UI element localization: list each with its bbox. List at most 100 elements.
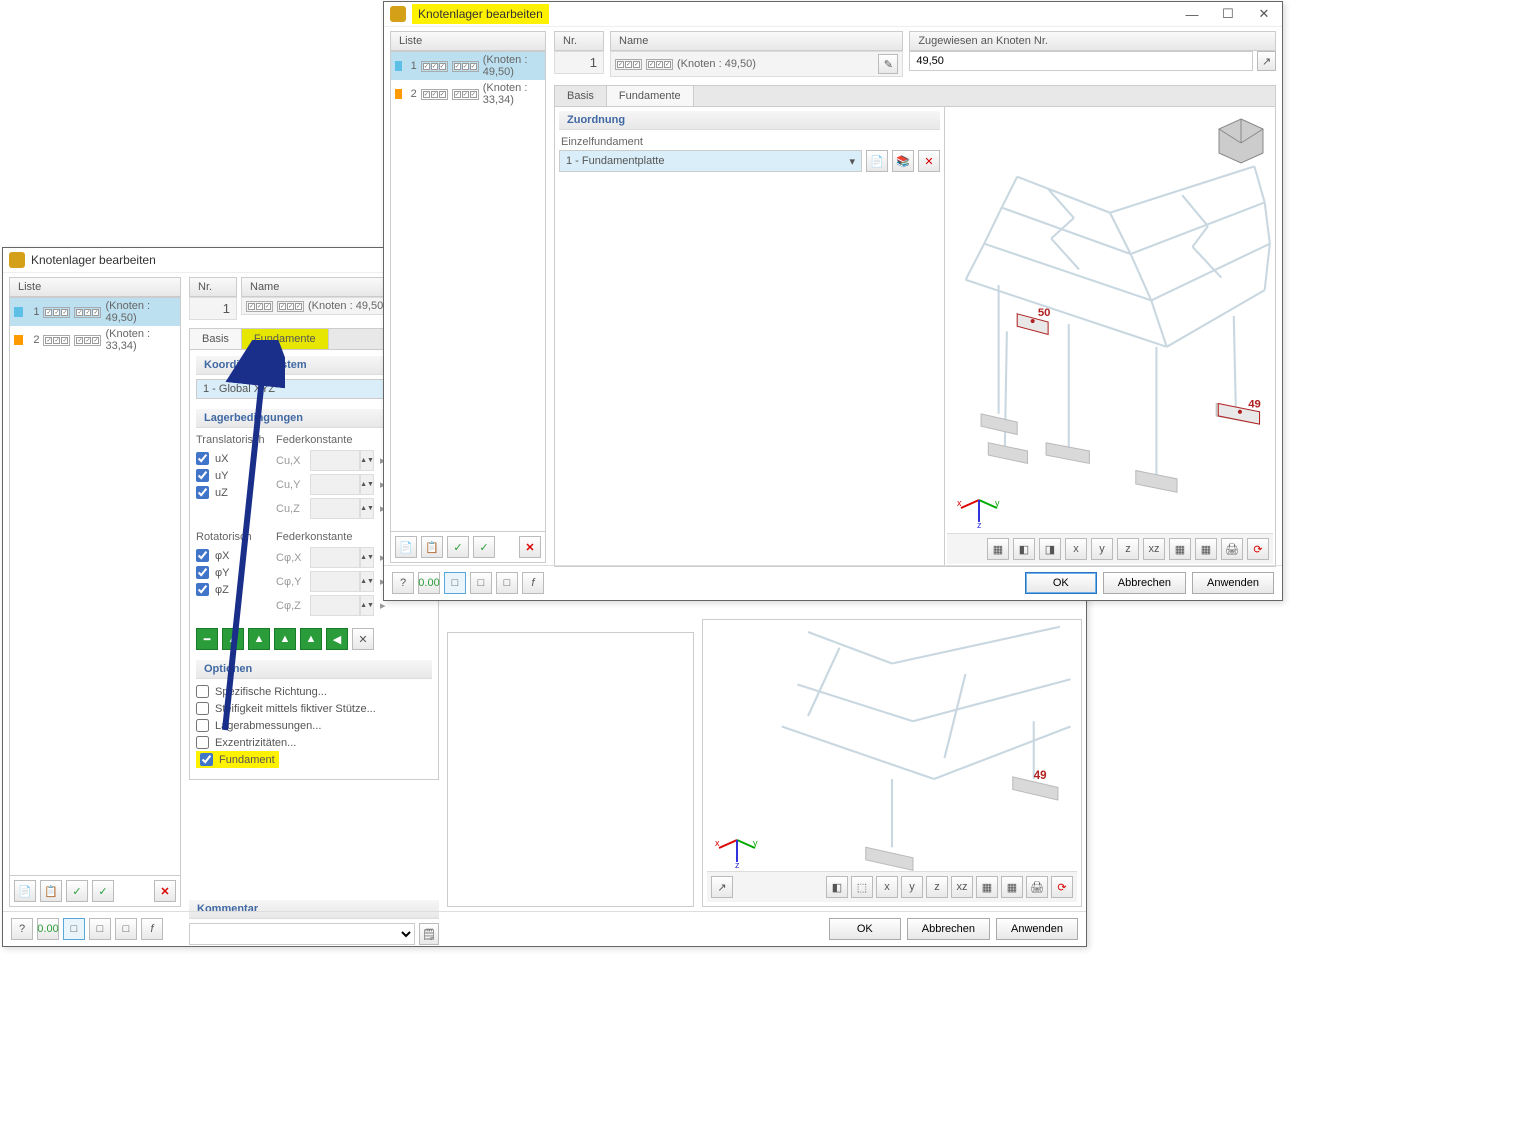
reset-icon[interactable]: ⟳	[1051, 876, 1073, 898]
new-icon[interactable]: 📄	[14, 880, 36, 902]
axis-xz-icon[interactable]: xz	[1143, 538, 1165, 560]
fx-icon[interactable]: f	[522, 572, 544, 594]
delete-icon[interactable]: ✕	[519, 536, 541, 558]
minimize-button[interactable]: —	[1174, 2, 1210, 27]
tab-fundamente[interactable]: Fundamente	[242, 329, 329, 349]
copy-icon[interactable]: 📋	[421, 536, 443, 558]
svg-text:y: y	[753, 838, 758, 848]
print-icon[interactable]: 🖨	[1221, 538, 1243, 560]
list-item[interactable]: 2 (Knoten : 33,34)	[10, 326, 180, 354]
units-icon[interactable]: 0.00	[418, 572, 440, 594]
ok-button[interactable]: OK	[829, 918, 901, 940]
check-ux[interactable]: uX	[196, 450, 266, 467]
check-dims[interactable]: Lagerabmessungen...	[196, 717, 432, 734]
help-icon[interactable]: ?	[11, 918, 33, 940]
axis-z-icon[interactable]: z	[926, 876, 948, 898]
liste-header: Liste	[390, 31, 546, 51]
pick-nodes-icon[interactable]: ↗	[1257, 51, 1276, 71]
support-type-1-icon[interactable]: ━	[196, 628, 218, 650]
mode-1-icon[interactable]: □	[444, 572, 466, 594]
axis-y-icon[interactable]: y	[901, 876, 923, 898]
einzelfundament-select[interactable]: 1 - Fundamentplatte ▾	[559, 150, 862, 172]
check-pz[interactable]: φZ	[196, 581, 266, 598]
view-mode-icon[interactable]: ▦	[987, 538, 1009, 560]
view-4-icon[interactable]: ▦	[1001, 876, 1023, 898]
mode-2-icon[interactable]: □	[89, 918, 111, 940]
check-px[interactable]: φX	[196, 547, 266, 564]
pick-icon[interactable]: ↗	[711, 876, 733, 898]
node-49-label: 49	[1034, 770, 1047, 782]
name-value: (Knoten : 49,50)	[308, 300, 387, 312]
axis-gizmo: x y z	[713, 820, 761, 868]
view-3-icon[interactable]: ▦	[976, 876, 998, 898]
edit-name-icon[interactable]: ✎	[878, 54, 898, 74]
check-ecc[interactable]: Exzentrizitäten...	[196, 734, 432, 751]
check-fundament[interactable]: Fundament	[196, 751, 279, 768]
tab-basis[interactable]: Basis	[190, 329, 242, 349]
axis-x-icon[interactable]: x	[876, 876, 898, 898]
check-py[interactable]: φY	[196, 564, 266, 581]
axis-z-icon[interactable]: z	[1117, 538, 1139, 560]
nr-value[interactable]	[189, 297, 237, 320]
tab-fundamente[interactable]: Fundamente	[607, 86, 694, 106]
new-icon[interactable]: 📄	[395, 536, 417, 558]
assign-header: Zugewiesen an Knoten Nr.	[909, 31, 1276, 51]
check2-icon[interactable]: ✓	[92, 880, 114, 902]
check-icon[interactable]: ✓	[447, 536, 469, 558]
mode-2-icon[interactable]: □	[470, 572, 492, 594]
copy-icon[interactable]: 📋	[40, 880, 62, 902]
svg-text:49: 49	[1248, 399, 1261, 411]
support-type-7-icon[interactable]: ✕	[352, 628, 374, 650]
reset-icon[interactable]: ⟳	[1247, 538, 1269, 560]
view-a-icon[interactable]: ◧	[1013, 538, 1035, 560]
check-uz[interactable]: uZ	[196, 484, 266, 501]
cancel-button[interactable]: Abbrechen	[907, 918, 990, 940]
apply-button[interactable]: Anwenden	[996, 918, 1078, 940]
apply-button[interactable]: Anwenden	[1192, 572, 1274, 594]
lib-foundation-icon[interactable]: 📚	[892, 150, 914, 172]
axis-xyz-icon[interactable]: xz	[951, 876, 973, 898]
help-icon[interactable]: ?	[392, 572, 414, 594]
mode-3-icon[interactable]: □	[496, 572, 518, 594]
units-icon[interactable]: 0.00	[37, 918, 59, 940]
view-2-icon[interactable]: ⬚	[851, 876, 873, 898]
name-value: (Knoten : 49,50)	[677, 58, 874, 70]
axis-x-icon[interactable]: x	[1065, 538, 1087, 560]
options-header: Optionen	[196, 660, 432, 679]
list-item[interactable]: 2 (Knoten : 33,34)	[391, 80, 545, 108]
cancel-button[interactable]: Abbrechen	[1103, 572, 1186, 594]
list-item[interactable]: 1 (Knoten : 49,50)	[391, 52, 545, 80]
support-type-2-icon[interactable]: ▲	[222, 628, 244, 650]
view-c-icon[interactable]: ▦	[1169, 538, 1191, 560]
support-type-5-icon[interactable]: ▲	[300, 628, 322, 650]
view-b-icon[interactable]: ◨	[1039, 538, 1061, 560]
axis-y-icon[interactable]: y	[1091, 538, 1113, 560]
list-item[interactable]: 1 (Knoten : 49,50)	[10, 298, 180, 326]
check-icon[interactable]: ✓	[66, 880, 88, 902]
tab-basis[interactable]: Basis	[555, 86, 607, 106]
nr-value[interactable]	[554, 51, 604, 74]
support-type-6-icon[interactable]: ◀	[326, 628, 348, 650]
view-d-icon[interactable]: ▦	[1195, 538, 1217, 560]
delete-icon[interactable]: ✕	[154, 880, 176, 902]
support-type-4-icon[interactable]: ▲	[274, 628, 296, 650]
check-spec-dir[interactable]: Spezifische Richtung...	[196, 683, 432, 700]
maximize-button[interactable]: ☐	[1210, 2, 1246, 27]
new-foundation-icon[interactable]: 📄	[866, 150, 888, 172]
check-stiffness[interactable]: Steifigkeit mittels fiktiver Stütze...	[196, 700, 432, 717]
view-1-icon[interactable]: ◧	[826, 876, 848, 898]
color-swatch	[14, 335, 23, 345]
fx-icon[interactable]: f	[141, 918, 163, 940]
delete-foundation-icon[interactable]: ✕	[918, 150, 940, 172]
close-button[interactable]: ✕	[1246, 2, 1282, 27]
print-icon[interactable]: 🖨	[1026, 876, 1048, 898]
support-type-3-icon[interactable]: ▲	[248, 628, 270, 650]
ok-button[interactable]: OK	[1025, 572, 1097, 594]
check-uy[interactable]: uY	[196, 467, 266, 484]
liste-header: Liste	[9, 277, 181, 297]
mode-1-icon[interactable]: □	[63, 918, 85, 940]
mode-3-icon[interactable]: □	[115, 918, 137, 940]
check2-icon[interactable]: ✓	[473, 536, 495, 558]
view-cube-icon[interactable]	[1213, 113, 1269, 169]
assign-input[interactable]	[909, 51, 1253, 71]
